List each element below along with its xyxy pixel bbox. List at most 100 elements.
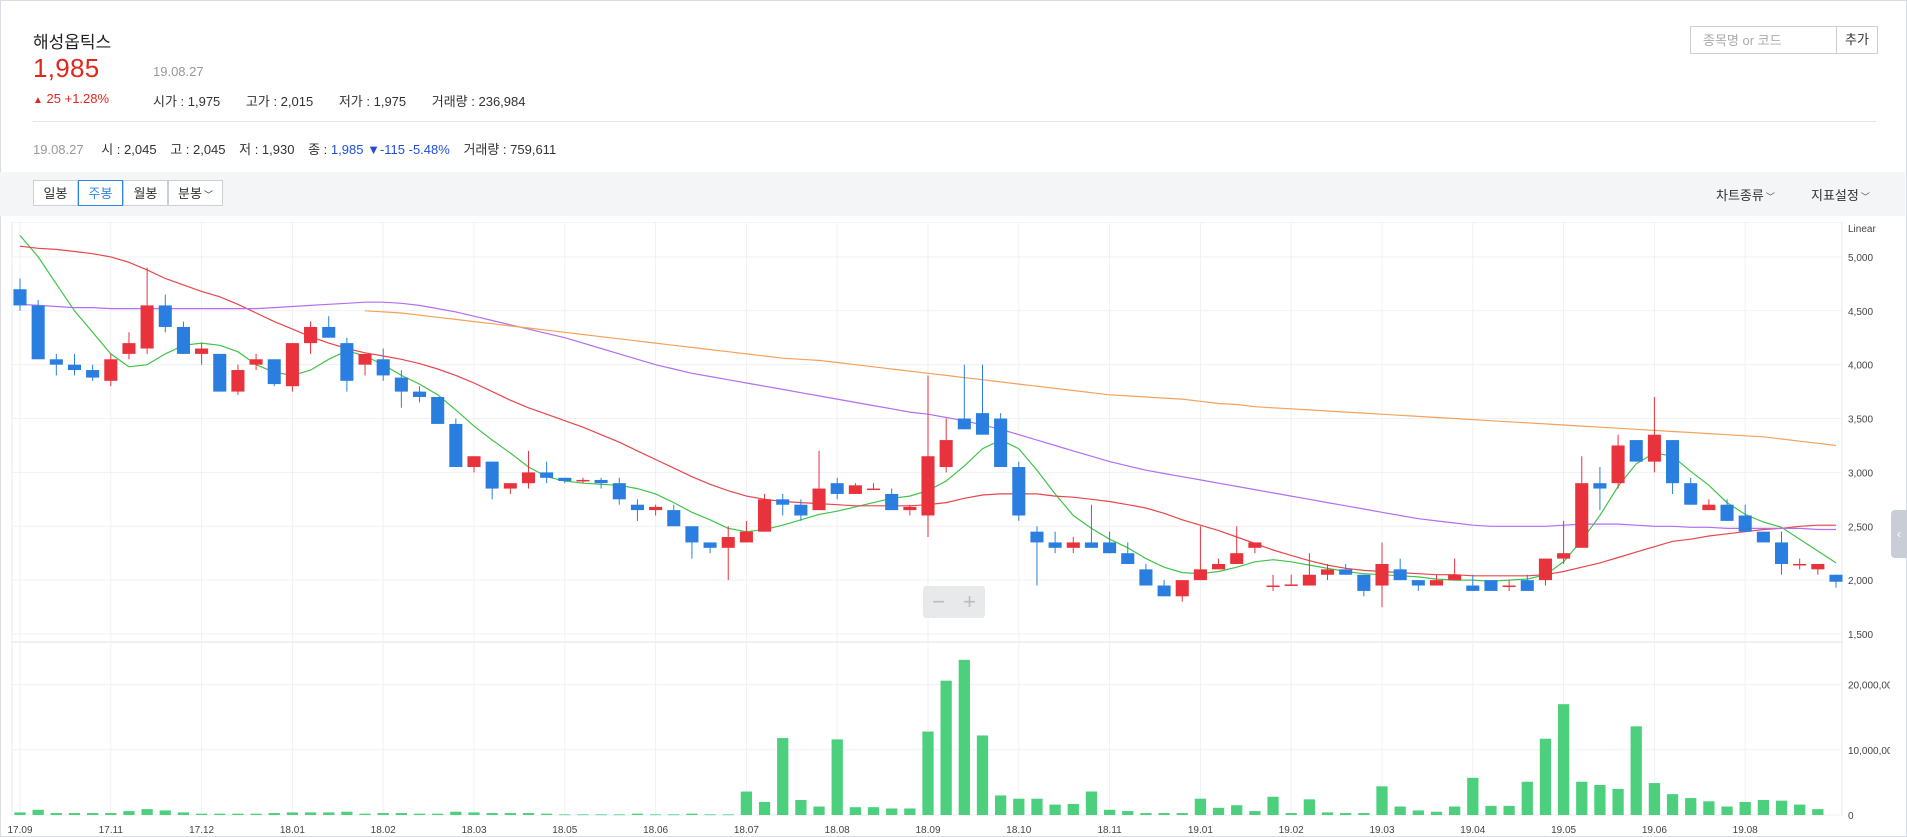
indicator-settings-menu[interactable]: 지표설정 ﹀	[1811, 185, 1870, 204]
candle-body	[848, 485, 862, 494]
open-price: 시가 : 1,975	[153, 94, 221, 109]
price-tick-label: 2,500	[1848, 522, 1873, 533]
low-price: 저가 : 1,975	[338, 94, 407, 109]
candle-body	[1121, 553, 1135, 564]
candle-body	[921, 456, 935, 516]
candle-body	[1066, 542, 1080, 548]
time-tick-label: 18.06	[643, 825, 668, 836]
search-input[interactable]	[1691, 27, 1844, 53]
candle-body	[1012, 467, 1026, 516]
stock-search: 추가	[1690, 26, 1878, 54]
volume-bar	[849, 807, 861, 815]
candle-body	[67, 364, 82, 371]
volume-bar	[304, 812, 317, 815]
candle-body	[1175, 580, 1189, 597]
candle-body	[1738, 515, 1752, 532]
volume-bar	[105, 813, 117, 815]
volume-bar	[87, 813, 99, 815]
time-tick-label: 19.03	[1369, 825, 1394, 836]
volume-bar	[1340, 813, 1352, 815]
volume-bar	[68, 813, 81, 815]
volume-bar	[1212, 807, 1225, 815]
time-tick-label: 18.08	[825, 825, 850, 836]
price-tick-label: 3,000	[1848, 468, 1873, 479]
volume-bar	[14, 812, 26, 815]
volume-bar	[813, 806, 825, 815]
candle-body	[1484, 580, 1498, 591]
candle-body	[957, 418, 971, 430]
stock-chart[interactable]: 1,500 2,000 2,500 3,000 3,500 4,000 4,500 5,000…	[0, 222, 1890, 837]
volume-bar	[1576, 781, 1588, 815]
chart-type-menu[interactable]: 차트종류 ﹀	[1716, 185, 1775, 204]
tab-weekly[interactable]: 주봉	[78, 180, 123, 206]
volume-bar	[141, 809, 153, 815]
side-panel-toggle[interactable]: ‹	[1891, 510, 1907, 558]
volume-bar	[123, 811, 135, 815]
tab-minute[interactable]: 분봉 ﹀	[168, 180, 223, 206]
candle-body	[1647, 434, 1661, 462]
time-tick-label: 18.05	[552, 825, 577, 836]
volume-bar	[214, 813, 226, 815]
volume-bar	[32, 809, 44, 815]
time-tick-label: 18.10	[1006, 825, 1031, 836]
candle-body	[1793, 563, 1807, 566]
volume-bar	[159, 810, 171, 815]
volume-bar	[995, 795, 1007, 815]
volume-bar	[958, 659, 970, 815]
volume-bar	[522, 813, 535, 815]
candle-body	[485, 461, 499, 489]
candle-body	[521, 472, 536, 484]
volume-bar	[704, 814, 716, 816]
candle-body	[1811, 563, 1825, 570]
volume-bar	[940, 680, 952, 815]
zoom-in-button[interactable]: +	[954, 586, 985, 618]
chevron-down-icon: ﹀	[203, 190, 213, 200]
ohlc-open: 시 : 2,045	[101, 142, 157, 157]
price-tick-label: 1,500	[1848, 630, 1873, 641]
time-tick-label: 19.05	[1551, 825, 1576, 836]
candle-body	[1720, 504, 1734, 521]
candle-body	[667, 510, 681, 527]
candle-body	[558, 477, 572, 482]
volume-bar	[1666, 794, 1679, 815]
volume-bar	[1557, 704, 1570, 815]
volume-bar	[722, 814, 734, 816]
candle-body	[104, 359, 118, 381]
volume-bar	[1321, 812, 1334, 815]
volume-bar	[413, 813, 426, 815]
candle-body	[122, 343, 136, 354]
volume-bar	[286, 812, 299, 815]
volume-bar	[758, 801, 771, 815]
candle-body	[1538, 558, 1552, 581]
indicator-settings-label: 지표설정	[1811, 188, 1859, 203]
candle-body	[1266, 585, 1280, 588]
volume-bar	[976, 735, 989, 815]
price-tick-label: 2,000	[1848, 576, 1873, 587]
scale-label[interactable]: Linear	[1848, 224, 1876, 235]
time-tick-label: 19.02	[1279, 825, 1304, 836]
volume-bar	[1812, 809, 1824, 815]
tab-monthly[interactable]: 월봉	[123, 180, 168, 206]
volume-bar	[1775, 800, 1788, 815]
volume-bar	[631, 813, 644, 815]
volume-bar	[831, 739, 843, 815]
candle-body	[1575, 483, 1589, 548]
price-change: ▲ 25 +1.28%	[33, 91, 109, 106]
candle-body	[1230, 553, 1244, 564]
chevron-down-icon: ﹀	[1860, 192, 1870, 202]
volume-bar	[922, 731, 934, 815]
candle-body	[285, 343, 299, 387]
time-tick-label: 17.11	[99, 825, 124, 836]
volume-bar	[1067, 803, 1079, 815]
zoom-out-button[interactable]: −	[923, 586, 954, 618]
tab-daily[interactable]: 일봉	[33, 180, 78, 206]
time-tick-label: 18.11	[1097, 825, 1122, 836]
volume-bar	[1685, 798, 1697, 815]
quote-date: 19.08.27	[153, 64, 204, 79]
ohlc-volume: 거래량 : 759,611	[463, 142, 557, 157]
add-button[interactable]: 추가	[1836, 27, 1877, 53]
candle-body	[649, 506, 663, 511]
volume-bar	[468, 812, 480, 815]
volume-bar	[1739, 801, 1751, 815]
volume-bar	[1176, 813, 1188, 815]
